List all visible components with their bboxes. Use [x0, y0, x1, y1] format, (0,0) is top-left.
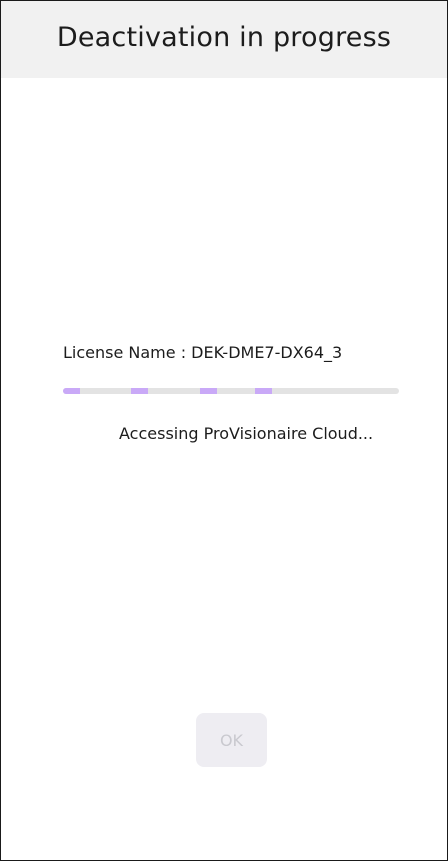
progress-dash	[131, 388, 148, 394]
progress-dash	[63, 388, 80, 394]
status-text: Accessing ProVisionaire Cloud...	[119, 424, 374, 443]
progress-dash	[200, 388, 217, 394]
progress-dash	[255, 388, 272, 394]
deactivation-dialog: Deactivation in progress License Name : …	[0, 0, 448, 861]
dialog-title: Deactivation in progress	[56, 22, 392, 53]
ok-button[interactable]: OK	[196, 713, 267, 767]
dialog-header: Deactivation in progress	[1, 1, 447, 78]
license-name-label: License Name : DEK-DME7-DX64_3	[63, 343, 343, 362]
progress-bar	[63, 388, 399, 394]
